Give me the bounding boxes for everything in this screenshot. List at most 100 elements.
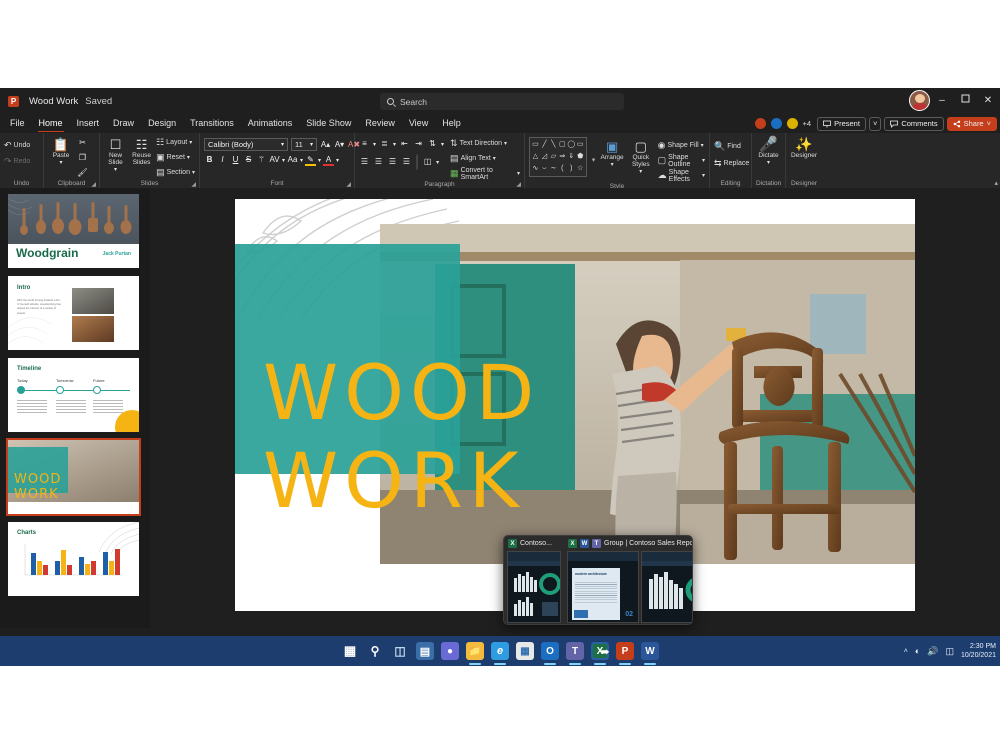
shape-arc-icon[interactable]: ⌣: [540, 163, 549, 175]
align-center-button[interactable]: ☰: [373, 156, 384, 168]
line-spacing-caret-icon[interactable]: ▾: [441, 141, 444, 148]
present-button[interactable]: Present: [817, 117, 866, 131]
decrease-font-size-button[interactable]: A▾: [334, 139, 345, 151]
dictate-button[interactable]: 🎤 Dictate ▾: [756, 135, 781, 166]
tab-review[interactable]: Review: [358, 114, 402, 133]
tab-help[interactable]: Help: [435, 114, 468, 133]
tab-slide-show[interactable]: Slide Show: [299, 114, 358, 133]
shape-outline-button[interactable]: ▢ Shape Outline ▾: [658, 154, 705, 167]
underline-button[interactable]: U: [230, 154, 241, 166]
decrease-indent-button[interactable]: ⇤: [399, 138, 410, 150]
layout-button[interactable]: ☷ Layout ▾: [156, 136, 195, 149]
line-spacing-button[interactable]: ⇅: [427, 138, 438, 150]
text-direction-button[interactable]: ⇅ Text Direction ▾: [450, 137, 520, 150]
find-button[interactable]: 🔍 Find: [714, 140, 741, 153]
tab-draw[interactable]: Draw: [106, 114, 141, 133]
presence-avatar-3[interactable]: [786, 117, 799, 130]
shape-rectangle-icon[interactable]: ▭: [531, 139, 540, 151]
tab-animations[interactable]: Animations: [241, 114, 300, 133]
list-item[interactable]: Timeline Today Tomorrow Future 3: [8, 358, 139, 432]
font-color-caret-icon[interactable]: ▾: [336, 157, 339, 164]
edge-icon[interactable]: e: [491, 642, 509, 660]
bold-button[interactable]: B: [204, 154, 215, 166]
highlight-caret-icon[interactable]: ▾: [318, 157, 321, 164]
font-size-combobox[interactable]: 11 ▾: [291, 138, 317, 151]
shapes-gallery-more-icon[interactable]: ▾: [592, 156, 596, 164]
preview-thumbnail-1[interactable]: [507, 551, 561, 623]
italic-button[interactable]: I: [217, 154, 228, 166]
character-spacing-button[interactable]: AV: [269, 154, 280, 166]
store-icon[interactable]: ▦: [516, 642, 534, 660]
presence-avatar-1[interactable]: [754, 117, 767, 130]
font-dialog-launcher[interactable]: ◢: [346, 181, 351, 188]
tab-design[interactable]: Design: [141, 114, 183, 133]
cut-button[interactable]: ✂: [77, 137, 88, 149]
close-button[interactable]: ✕: [976, 88, 1000, 114]
increase-font-size-button[interactable]: A▴: [320, 139, 331, 151]
comments-button[interactable]: Comments: [884, 117, 943, 131]
character-spacing-caret-icon[interactable]: ▾: [282, 157, 285, 164]
shape-brace-right-icon[interactable]: ): [567, 163, 576, 175]
slides-dialog-launcher[interactable]: ◢: [191, 181, 196, 188]
convert-to-smartart-button[interactable]: ▦ Convert to SmartArt ▾: [450, 167, 520, 180]
file-explorer-icon[interactable]: 📁: [466, 642, 484, 660]
collapse-ribbon-button[interactable]: ▴: [994, 179, 998, 187]
new-slide-caret-icon[interactable]: ▾: [114, 166, 117, 173]
wifi-icon[interactable]: ◐: [915, 646, 920, 656]
shape-arrow-right-icon[interactable]: ⇒: [558, 151, 567, 163]
shape-fill-button[interactable]: ◉ Shape Fill ▾: [658, 139, 705, 152]
font-name-combobox[interactable]: Calibri (Body) ▾: [204, 138, 288, 151]
search-icon[interactable]: ⚲: [366, 642, 384, 660]
tray-chevron-icon[interactable]: ˄: [904, 648, 908, 655]
start-button[interactable]: ▦: [341, 642, 359, 660]
preview-thumbnail-2[interactable]: modern architecture 02: [567, 551, 639, 623]
presence-overflow-count[interactable]: +4: [803, 119, 812, 128]
share-button[interactable]: Share ˅: [947, 117, 997, 131]
columns-caret-icon[interactable]: ▾: [436, 159, 439, 166]
shape-brace-left-icon[interactable]: (: [558, 163, 567, 175]
shape-pentagon-icon[interactable]: ⬟: [576, 151, 585, 163]
avatar[interactable]: [909, 90, 930, 111]
list-item[interactable]: Intro With the world turning towards a D…: [8, 276, 139, 350]
preview-window-2-header[interactable]: X W T Group | Contoso Sales Report: [564, 536, 693, 551]
tab-insert[interactable]: Insert: [70, 114, 107, 133]
tab-file[interactable]: File: [3, 114, 32, 133]
tab-view[interactable]: View: [402, 114, 435, 133]
align-right-button[interactable]: ☰: [387, 156, 398, 168]
copy-button[interactable]: ❐: [77, 152, 88, 164]
shape-arrow-line-icon[interactable]: ╲: [549, 139, 558, 151]
excel-icon[interactable]: X ➠: [591, 642, 609, 660]
search-input[interactable]: Search: [380, 93, 624, 110]
new-slide-button[interactable]: ☐ New Slide ▾: [104, 135, 127, 173]
teams-chat-icon[interactable]: ●: [441, 642, 459, 660]
taskbar-preview-popup[interactable]: X Contoso...: [503, 535, 693, 625]
change-case-caret-icon[interactable]: ▾: [300, 157, 303, 164]
section-button[interactable]: ▤ Section ▾: [156, 166, 195, 179]
paste-button[interactable]: 📋 Paste ▾: [48, 135, 74, 166]
outlook-icon[interactable]: O: [541, 642, 559, 660]
shape-arrow-down-icon[interactable]: ⇓: [567, 151, 576, 163]
quick-styles-button[interactable]: ▢ Quick Styles ▾: [629, 137, 653, 175]
undo-button[interactable]: ↶ Undo: [4, 139, 30, 152]
shape-rounded-rect-icon[interactable]: ▢: [558, 139, 567, 151]
word-icon[interactable]: W: [641, 642, 659, 660]
reset-button[interactable]: ▣ Reset ▾: [156, 151, 195, 164]
shape-right-triangle-icon[interactable]: ◿: [540, 151, 549, 163]
minimize-button[interactable]: –: [930, 88, 954, 114]
font-color-button[interactable]: A: [323, 154, 334, 166]
present-dropdown[interactable]: ˅: [869, 117, 881, 131]
numbering-caret-icon[interactable]: ▾: [393, 141, 396, 148]
tab-transitions[interactable]: Transitions: [183, 114, 241, 133]
shape-star-icon[interactable]: ☆: [576, 163, 585, 175]
shape-line-icon[interactable]: ╱: [540, 139, 549, 151]
change-case-button[interactable]: Aa: [287, 154, 298, 166]
shape-rect2-icon[interactable]: ▭: [576, 139, 585, 151]
shape-curve-icon[interactable]: ∿: [531, 163, 540, 175]
preview-thumbnail-3[interactable]: [641, 551, 693, 623]
shape-wave-icon[interactable]: ∼: [549, 163, 558, 175]
speaker-icon[interactable]: 🔊: [927, 646, 938, 657]
justify-button[interactable]: ☰: [401, 156, 412, 168]
format-painter-button[interactable]: 🖌: [77, 167, 88, 179]
presence-avatar-2[interactable]: [770, 117, 783, 130]
bullets-caret-icon[interactable]: ▾: [373, 141, 376, 148]
